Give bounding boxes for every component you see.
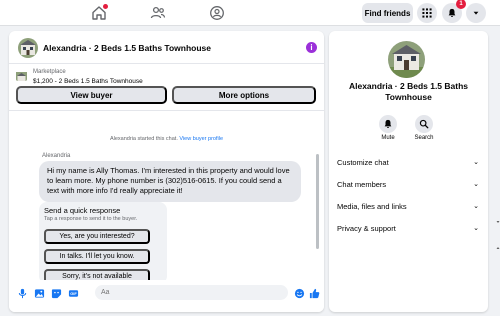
microphone-icon[interactable] <box>16 287 28 299</box>
divider <box>9 110 324 111</box>
listing-avatar <box>388 41 425 78</box>
friends-icon[interactable] <box>148 3 168 23</box>
find-friends-button[interactable]: Find friends <box>362 3 413 23</box>
chat-header: Alexandria · 2 Beds 1.5 Baths Townhouse … <box>9 31 324 64</box>
notification-badge: 1 <box>456 0 466 9</box>
home-notification-dot <box>103 4 108 9</box>
quick-response-subtitle: Tap a response to send it to the buyer. <box>44 216 138 222</box>
panel-title: Alexandria · 2 Beds 1.5 Baths Townhouse <box>348 81 469 102</box>
bell-icon <box>384 119 392 128</box>
message-composer: GIF <box>9 280 324 312</box>
section-chat-members[interactable]: Chat members ⌄ <box>337 177 479 191</box>
search-action[interactable]: Search <box>409 115 439 141</box>
section-media-files-links[interactable]: Media, files and links ⌄ <box>337 199 479 213</box>
chat-window: Alexandria · 2 Beds 1.5 Baths Townhouse … <box>9 31 324 312</box>
bell-icon <box>448 8 456 17</box>
account-menu-button[interactable] <box>466 3 486 23</box>
section-customize-chat[interactable]: Customize chat ⌄ <box>337 155 479 169</box>
mute-button[interactable] <box>379 115 397 133</box>
svg-text:GIF: GIF <box>70 291 77 296</box>
chat-started-notice: Alexandria started this chat. View buyer… <box>9 136 324 142</box>
home-icon[interactable] <box>89 3 109 23</box>
search-label: Search <box>414 135 434 141</box>
section-label: Customize chat <box>337 157 389 167</box>
groups-icon[interactable] <box>207 3 227 23</box>
notifications-button[interactable]: 1 <box>442 0 466 23</box>
chevron-down-icon: ⌄ <box>473 181 479 188</box>
mute-action[interactable]: Mute <box>373 115 403 141</box>
info-icon[interactable]: i <box>306 42 317 53</box>
search-icon <box>419 119 429 129</box>
quick-reply-option[interactable]: In talks. I'll let you know. <box>44 249 150 264</box>
section-label: Privacy & support <box>337 223 396 233</box>
chevron-down-icon: ⌄ <box>473 203 479 210</box>
listing-small-thumbnail <box>16 70 27 81</box>
caret-down-icon <box>473 11 479 15</box>
quick-reply-option[interactable]: Yes, are you interested? <box>44 229 150 244</box>
more-options-button[interactable]: More options <box>172 86 316 104</box>
menu-grid-button[interactable] <box>417 3 437 23</box>
message-input[interactable] <box>95 285 288 300</box>
chat-info-panel: Alexandria · 2 Beds 1.5 Baths Townhouse … <box>329 31 488 312</box>
listing-thumbnail[interactable] <box>18 38 38 58</box>
photo-icon[interactable] <box>33 287 45 299</box>
section-label: Chat members <box>337 179 387 189</box>
search-button[interactable] <box>415 115 433 133</box>
window-scrollbar[interactable] <box>496 220 500 250</box>
section-label: Media, files and links <box>337 201 407 211</box>
chat-scrollbar[interactable] <box>316 154 319 249</box>
view-buyer-profile-link[interactable]: View buyer profile <box>179 136 223 142</box>
thumbs-up-icon[interactable] <box>308 287 320 299</box>
chevron-down-icon: ⌄ <box>473 225 479 232</box>
sender-name: Alexandria <box>42 153 71 159</box>
mute-label: Mute <box>381 135 395 141</box>
listing-price-title: $1,200 - 2 Beds 1.5 Baths Townhouse <box>33 78 143 85</box>
top-navigation-bar: Find friends 1 <box>0 0 500 26</box>
chat-started-text: Alexandria started this chat. <box>109 136 178 142</box>
chat-title: Alexandria · 2 Beds 1.5 Baths Townhouse <box>43 43 211 53</box>
grid-icon <box>422 8 432 18</box>
emoji-icon[interactable] <box>293 287 305 299</box>
marketplace-label: Marketplace <box>33 69 66 75</box>
quick-response-title: Send a quick response <box>44 206 121 215</box>
view-buyer-button[interactable]: View buyer <box>16 86 167 104</box>
message-bubble: Hi my name is Ally Thomas. I'm intereste… <box>39 161 301 202</box>
sticker-icon[interactable] <box>50 287 62 299</box>
quick-response-card: Send a quick response Tap a response to … <box>39 202 167 284</box>
chevron-down-icon: ⌄ <box>473 159 479 166</box>
section-privacy-support[interactable]: Privacy & support ⌄ <box>337 221 479 235</box>
gif-icon[interactable]: GIF <box>67 287 79 299</box>
